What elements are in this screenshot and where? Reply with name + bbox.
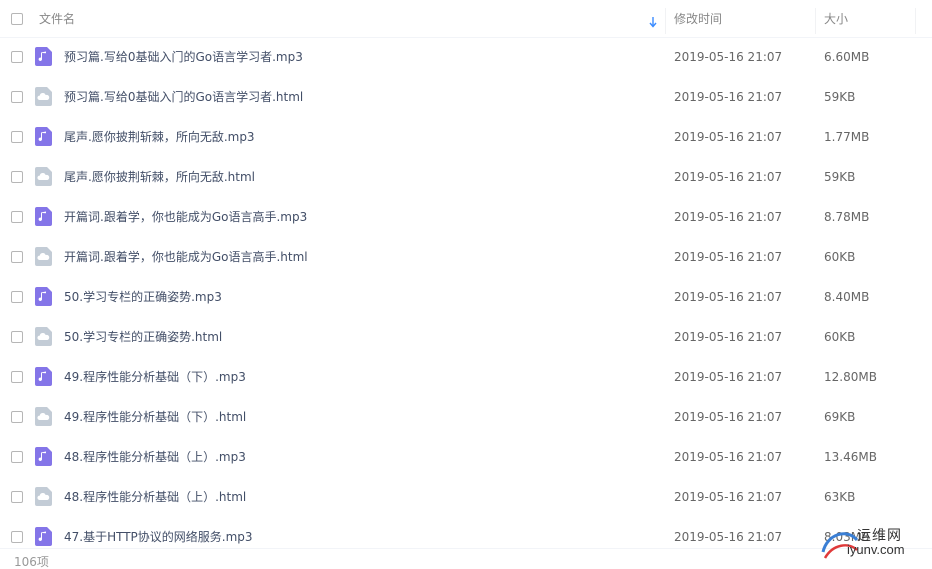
- file-name[interactable]: 开篇词.跟着学，你也能成为Go语言高手.html: [64, 238, 308, 276]
- file-size: 69KB: [824, 410, 856, 424]
- cloud-file-icon: [35, 407, 52, 426]
- file-name[interactable]: 50.学习专栏的正确姿势.html: [64, 318, 222, 356]
- modified-time: 2019-05-16 21:07: [674, 90, 783, 104]
- watermark-logo: 运维网 iyunv.com: [817, 520, 929, 568]
- file-size: 8.78MB: [824, 210, 870, 224]
- file-size: 59KB: [824, 90, 856, 104]
- list-header: 文件名 修改时间 大小: [0, 0, 932, 38]
- watermark-text-en: iyunv.com: [847, 542, 905, 557]
- status-bar: 106项: [0, 548, 932, 569]
- cloud-file-icon: [35, 167, 52, 186]
- column-divider[interactable]: [915, 8, 916, 34]
- cloud-file-icon: [35, 247, 52, 266]
- row-checkbox[interactable]: [11, 291, 23, 303]
- row-checkbox[interactable]: [11, 171, 23, 183]
- column-divider[interactable]: [815, 8, 816, 34]
- sort-down-arrow-icon[interactable]: [648, 13, 658, 28]
- row-checkbox[interactable]: [11, 131, 23, 143]
- file-name[interactable]: 预习篇.写给0基础入门的Go语言学习者.html: [64, 78, 303, 116]
- row-checkbox[interactable]: [11, 251, 23, 263]
- audio-file-icon: [35, 207, 52, 226]
- file-size: 63KB: [824, 490, 856, 504]
- modified-time: 2019-05-16 21:07: [674, 250, 783, 264]
- file-row[interactable]: 尾声.愿你披荆斩棘，所向无敌.html 2019-05-16 21:07 59KB: [0, 158, 932, 198]
- file-size: 59KB: [824, 170, 856, 184]
- audio-file-icon: [35, 527, 52, 546]
- file-size: 60KB: [824, 250, 856, 264]
- file-row[interactable]: 50.学习专栏的正确姿势.html 2019-05-16 21:07 60KB: [0, 318, 932, 358]
- file-row[interactable]: 49.程序性能分析基础（下）.html 2019-05-16 21:07 69KB: [0, 398, 932, 438]
- column-header-name[interactable]: 文件名: [39, 0, 75, 38]
- file-name[interactable]: 49.程序性能分析基础（下）.html: [64, 398, 246, 436]
- file-row[interactable]: 开篇词.跟着学，你也能成为Go语言高手.mp3 2019-05-16 21:07 8…: [0, 198, 932, 238]
- file-name[interactable]: 尾声.愿你披荆斩棘，所向无敌.mp3: [64, 118, 255, 156]
- file-name[interactable]: 48.程序性能分析基础（上）.html: [64, 478, 246, 516]
- file-row[interactable]: 48.程序性能分析基础（上）.html 2019-05-16 21:07 63KB: [0, 478, 932, 518]
- file-list: 文件名 修改时间 大小 预习篇.写给0基础入门的Go语言学习者.mp3 2019-…: [0, 0, 932, 569]
- file-rows: 预习篇.写给0基础入门的Go语言学习者.mp3 2019-05-16 21:07 6…: [0, 38, 932, 548]
- modified-time: 2019-05-16 21:07: [674, 410, 783, 424]
- row-checkbox[interactable]: [11, 331, 23, 343]
- file-name[interactable]: 预习篇.写给0基础入门的Go语言学习者.mp3: [64, 38, 303, 76]
- file-row[interactable]: 47.基于HTTP协议的网络服务.mp3 2019-05-16 21:07 8.03…: [0, 518, 932, 548]
- file-name[interactable]: 48.程序性能分析基础（上）.mp3: [64, 438, 246, 476]
- file-name[interactable]: 尾声.愿你披荆斩棘，所向无敌.html: [64, 158, 255, 196]
- row-checkbox[interactable]: [11, 371, 23, 383]
- modified-time: 2019-05-16 21:07: [674, 490, 783, 504]
- file-row[interactable]: 49.程序性能分析基础（下）.mp3 2019-05-16 21:07 12.80M…: [0, 358, 932, 398]
- modified-time: 2019-05-16 21:07: [674, 50, 783, 64]
- modified-time: 2019-05-16 21:07: [674, 370, 783, 384]
- modified-time: 2019-05-16 21:07: [674, 210, 783, 224]
- cloud-file-icon: [35, 87, 52, 106]
- row-checkbox[interactable]: [11, 51, 23, 63]
- row-checkbox[interactable]: [11, 411, 23, 423]
- cloud-file-icon: [35, 487, 52, 506]
- row-checkbox[interactable]: [11, 451, 23, 463]
- file-size: 13.46MB: [824, 450, 877, 464]
- file-row[interactable]: 预习篇.写给0基础入门的Go语言学习者.html 2019-05-16 21:07…: [0, 78, 932, 118]
- row-checkbox[interactable]: [11, 91, 23, 103]
- file-name[interactable]: 50.学习专栏的正确姿势.mp3: [64, 278, 222, 316]
- file-name[interactable]: 47.基于HTTP协议的网络服务.mp3: [64, 518, 253, 548]
- file-row[interactable]: 50.学习专栏的正确姿势.mp3 2019-05-16 21:07 8.40MB: [0, 278, 932, 318]
- modified-time: 2019-05-16 21:07: [674, 530, 783, 544]
- column-header-size[interactable]: 大小: [824, 0, 848, 38]
- item-count: 106项: [14, 555, 49, 569]
- file-size: 60KB: [824, 330, 856, 344]
- file-name[interactable]: 49.程序性能分析基础（下）.mp3: [64, 358, 246, 396]
- modified-time: 2019-05-16 21:07: [674, 290, 783, 304]
- file-row[interactable]: 48.程序性能分析基础（上）.mp3 2019-05-16 21:07 13.46M…: [0, 438, 932, 478]
- modified-time: 2019-05-16 21:07: [674, 450, 783, 464]
- file-size: 8.40MB: [824, 290, 870, 304]
- select-all-checkbox[interactable]: [11, 13, 23, 25]
- column-header-date[interactable]: 修改时间: [674, 0, 722, 38]
- file-row[interactable]: 尾声.愿你披荆斩棘，所向无敌.mp3 2019-05-16 21:07 1.77MB: [0, 118, 932, 158]
- audio-file-icon: [35, 447, 52, 466]
- file-size: 12.80MB: [824, 370, 877, 384]
- audio-file-icon: [35, 127, 52, 146]
- column-divider[interactable]: [665, 8, 666, 34]
- modified-time: 2019-05-16 21:07: [674, 170, 783, 184]
- row-checkbox[interactable]: [11, 211, 23, 223]
- file-size: 6.60MB: [824, 50, 870, 64]
- audio-file-icon: [35, 47, 52, 66]
- cloud-file-icon: [35, 327, 52, 346]
- audio-file-icon: [35, 287, 52, 306]
- file-row[interactable]: 预习篇.写给0基础入门的Go语言学习者.mp3 2019-05-16 21:07 6…: [0, 38, 932, 78]
- file-row[interactable]: 开篇词.跟着学，你也能成为Go语言高手.html 2019-05-16 21:07…: [0, 238, 932, 278]
- file-size: 1.77MB: [824, 130, 870, 144]
- audio-file-icon: [35, 367, 52, 386]
- row-checkbox[interactable]: [11, 531, 23, 543]
- modified-time: 2019-05-16 21:07: [674, 330, 783, 344]
- row-checkbox[interactable]: [11, 491, 23, 503]
- file-name[interactable]: 开篇词.跟着学，你也能成为Go语言高手.mp3: [64, 198, 307, 236]
- modified-time: 2019-05-16 21:07: [674, 130, 783, 144]
